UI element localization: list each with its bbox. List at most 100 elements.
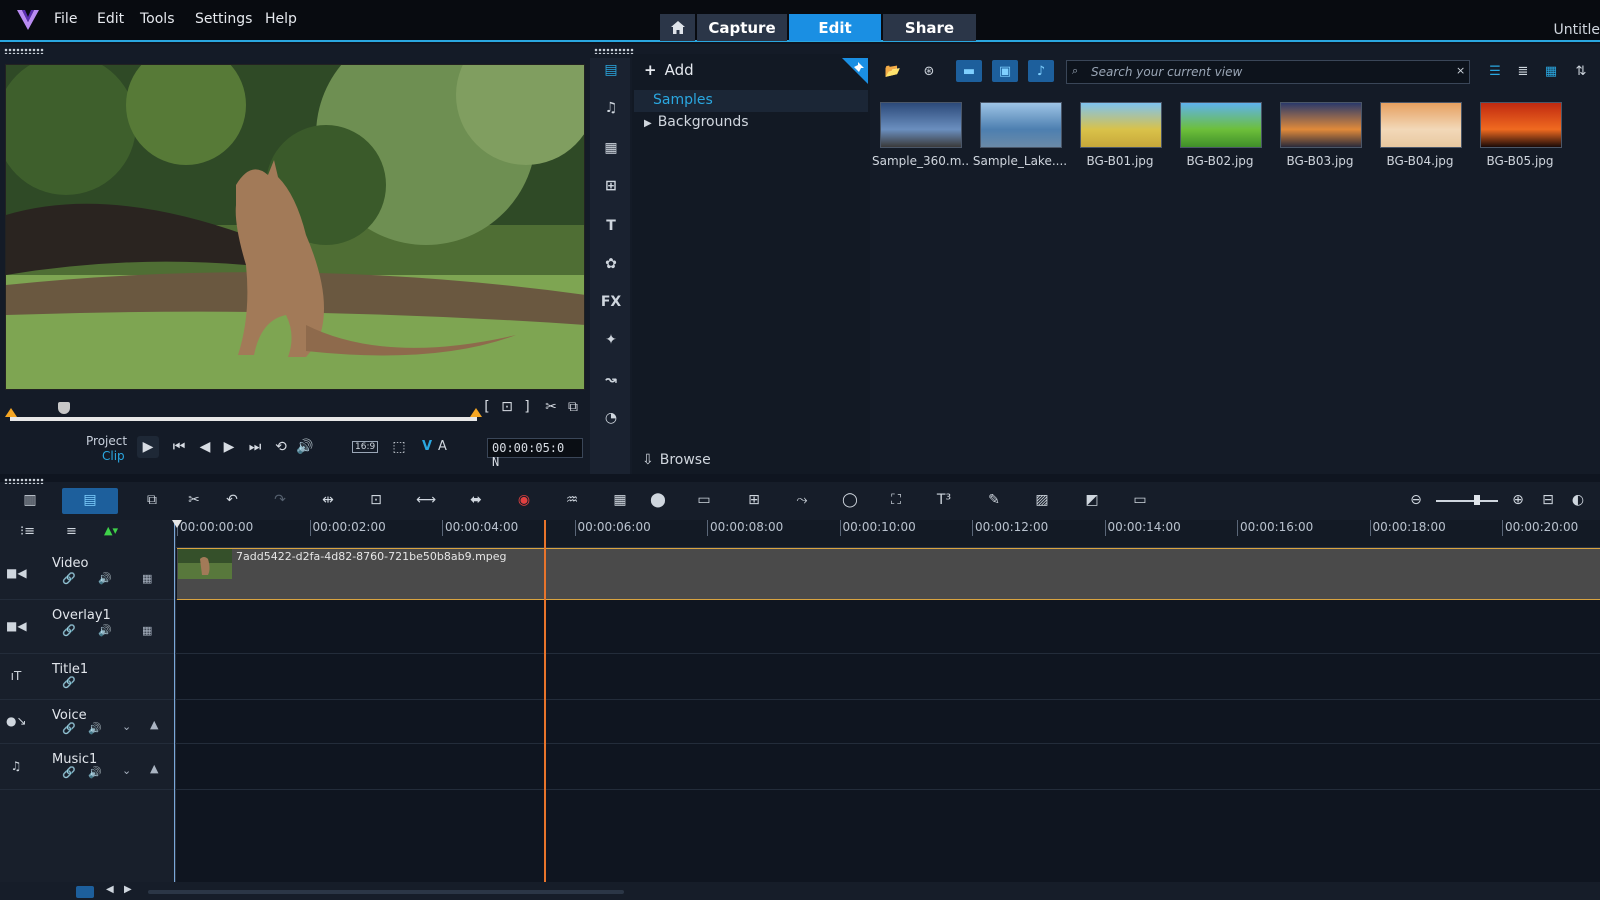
volume-icon[interactable]: 🔊	[294, 436, 316, 458]
split-clip-icon[interactable]: ✂	[540, 396, 562, 418]
home-start-icon[interactable]: ⏮	[168, 436, 190, 458]
media-icon[interactable]: ▤	[600, 62, 622, 84]
volume-icon[interactable]: 🔊	[88, 722, 102, 735]
tab-edit[interactable]: Edit	[789, 14, 881, 41]
media-thumbnail[interactable]: BG-B03.jpg	[1272, 98, 1368, 170]
home-tab[interactable]	[660, 14, 695, 41]
zoom-out-icon[interactable]: ⊖	[1404, 492, 1428, 512]
mark-out-icon[interactable]: ]	[516, 396, 538, 418]
panel-grip[interactable]	[4, 48, 44, 54]
repeat-icon[interactable]: ⟲	[270, 436, 292, 458]
pin-icon[interactable]	[842, 58, 868, 84]
next-frame-icon[interactable]: ▶	[218, 436, 240, 458]
color-correction-icon[interactable]: ✎	[982, 492, 1006, 512]
gif-creator-icon[interactable]: ▭	[1128, 492, 1152, 512]
copy-attributes-icon[interactable]: ⧉	[140, 492, 164, 512]
track-header[interactable]: ■◀ Video 🔗 🔊 ▦	[0, 548, 176, 599]
path-icon[interactable]: ↝	[600, 372, 622, 394]
zoom-in-icon[interactable]: ⊕	[1506, 492, 1530, 512]
menu-edit[interactable]: Edit	[97, 11, 124, 27]
volume-icon[interactable]: 🔊	[88, 766, 102, 779]
sound-mixer-icon[interactable]: ♒	[560, 492, 584, 512]
sort-icon[interactable]: ⇅	[1568, 60, 1594, 82]
link-icon[interactable]: 🔗	[62, 766, 76, 779]
search-input[interactable]: Search your current view	[1066, 60, 1470, 84]
aspect-ratio-button[interactable]: 16:9	[352, 441, 379, 453]
scrub-bar[interactable]	[10, 417, 477, 421]
timeline-zoom-indicator[interactable]	[76, 886, 94, 898]
menu-settings[interactable]: Settings	[195, 11, 252, 27]
link-icon[interactable]: 🔗	[62, 676, 76, 689]
media-thumbnail[interactable]: BG-B02.jpg	[1172, 98, 1268, 170]
auto-music-icon[interactable]: ▦	[608, 492, 632, 512]
track-manager-icon[interactable]: ⁝≡	[20, 524, 35, 539]
transition-icon[interactable]: ⊞	[600, 178, 622, 200]
mask-icon[interactable]: ◯	[838, 492, 862, 512]
tools-icon[interactable]: ✂	[182, 492, 206, 512]
track-header[interactable]: ♫ Music1 🔗 🔊 ⌄ ▲	[0, 744, 176, 789]
expand-icon[interactable]: ⟷	[414, 492, 438, 512]
tree-item-samples[interactable]: Samples	[634, 90, 868, 112]
instant-project-icon[interactable]: ▦	[600, 140, 622, 162]
trim-icon[interactable]: ⊡	[496, 396, 518, 418]
volume-icon[interactable]: 🔊	[98, 624, 112, 637]
tree-item-backgrounds[interactable]: ▶ Backgrounds	[644, 114, 749, 130]
motion-tracking-icon[interactable]: ⤳	[790, 492, 814, 512]
view-list-thumb-icon[interactable]: ☰	[1482, 60, 1508, 82]
snapshot-icon[interactable]: ⧉	[562, 396, 584, 418]
track-header[interactable]: ●↘ Voice 🔗 🔊 ⌄ ▲	[0, 700, 176, 743]
horizontal-scrollbar[interactable]	[148, 890, 624, 894]
scroll-left-icon[interactable]: ◀	[106, 884, 114, 895]
record-icon[interactable]: ◉	[512, 492, 536, 512]
media-thumbnail[interactable]: BG-B01.jpg	[1072, 98, 1168, 170]
fit-window-icon[interactable]: ⊡	[364, 492, 388, 512]
mute-grid-icon[interactable]: ⌄	[122, 720, 131, 733]
pan-zoom-icon[interactable]: ⛶	[884, 492, 908, 512]
view-details-icon[interactable]: ≣	[1510, 60, 1536, 82]
timeline-view-icon[interactable]: ▤	[78, 492, 102, 512]
audio-library-icon[interactable]: ♫	[600, 100, 622, 122]
mute-grid-icon[interactable]: ⌄	[122, 764, 131, 777]
import-media-icon[interactable]: 📂	[880, 60, 906, 82]
zoom-slider[interactable]	[1436, 500, 1498, 502]
redo-icon[interactable]: ↷	[268, 492, 292, 512]
media-thumbnail[interactable]: BG-B04.jpg	[1372, 98, 1468, 170]
fit-project-icon[interactable]: ⇹	[316, 492, 340, 512]
media-thumbnail[interactable]: Sample_360.m...	[872, 98, 968, 170]
more-icon[interactable]: ▲	[150, 718, 158, 731]
undo-icon[interactable]: ↶	[220, 492, 244, 512]
storyboard-view-icon[interactable]: ▥	[18, 492, 42, 512]
browse-button[interactable]: ⇩ Browse	[642, 452, 711, 468]
link-icon[interactable]: 🔗	[62, 572, 76, 585]
subtitle-icon[interactable]: ▭	[692, 492, 716, 512]
media-thumbnail[interactable]: Sample_Lake....	[972, 98, 1068, 170]
display-mode-icon[interactable]: ⬚	[388, 436, 410, 458]
timecode-field[interactable]: 00:00:05:0 N	[487, 438, 583, 469]
menu-file[interactable]: File	[54, 11, 77, 27]
overlay-effects-icon[interactable]: ✦	[600, 332, 622, 354]
menu-help[interactable]: Help	[265, 11, 297, 27]
scrub-thumb[interactable]	[58, 402, 70, 414]
speed-icon[interactable]: ◔	[600, 410, 622, 432]
playhead[interactable]	[544, 520, 546, 882]
title-3d-icon[interactable]: T³	[932, 492, 956, 512]
view-thumbnails-icon[interactable]: ▦	[1538, 60, 1564, 82]
start-marker[interactable]	[172, 520, 182, 528]
track-header[interactable]: ıT Title1 🔗	[0, 654, 176, 699]
track-row[interactable]: ■◀ Overlay1 🔗 🔊 ▦	[0, 600, 1600, 654]
graphics-icon[interactable]: ✿	[600, 256, 622, 278]
multi-camera-icon[interactable]: ◩	[1080, 492, 1104, 512]
ripple-icon[interactable]: ⬌	[464, 492, 488, 512]
panel-grip[interactable]	[4, 478, 44, 484]
audio-toggle[interactable]: A	[438, 439, 447, 454]
mute-grid-icon[interactable]: ▦	[142, 624, 152, 637]
fx-icon[interactable]: FX	[600, 294, 622, 316]
menu-tools[interactable]: Tools	[140, 11, 175, 27]
volume-icon[interactable]: 🔊	[98, 572, 112, 585]
record-capture-icon[interactable]: ⊛	[916, 60, 942, 82]
tab-share[interactable]: Share	[883, 14, 976, 41]
zoom-slider-thumb[interactable]	[1474, 495, 1480, 505]
panel-grip[interactable]	[594, 48, 634, 54]
more-icon[interactable]: ▲	[150, 762, 158, 775]
stop-motion-icon[interactable]: ▨	[1030, 492, 1054, 512]
